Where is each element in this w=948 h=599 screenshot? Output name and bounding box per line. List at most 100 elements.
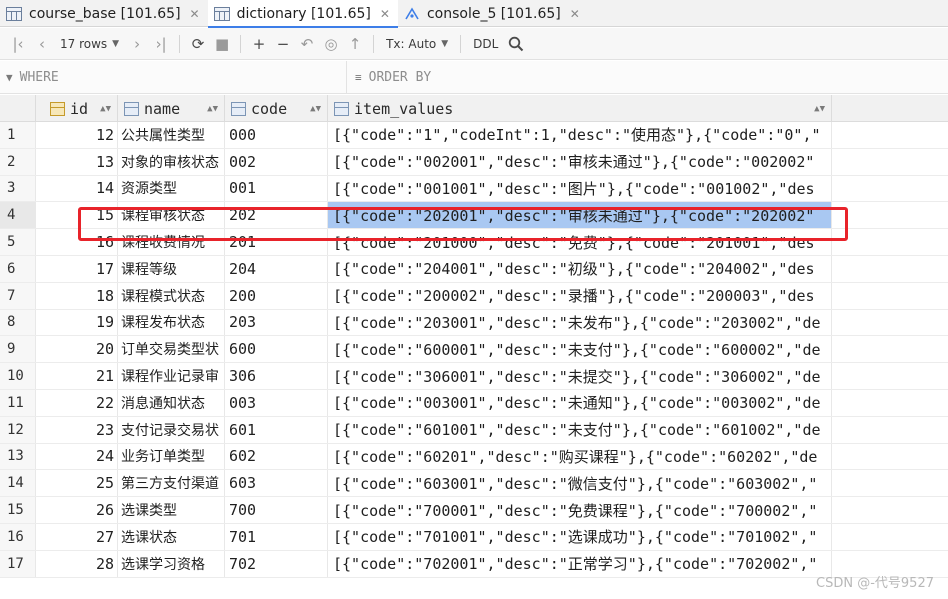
column-header-item-values[interactable]: item_values ▲▼: [328, 95, 832, 122]
table-row[interactable]: 15 26 选课类型 700 [{"code":"700001","desc":"免费课…: [0, 497, 948, 524]
table-row[interactable]: 8 19 课程发布状态 203 [{"code":"203001","desc":"未发…: [0, 309, 948, 337]
table-row[interactable]: 6 17 课程等级 204 [{"code":"204001","desc":"初级"}…: [0, 255, 948, 283]
code-cell[interactable]: 003: [225, 389, 328, 416]
item-values-cell[interactable]: [{"code":"200002","desc":"录播"},{"code":"…: [328, 282, 832, 309]
id-cell[interactable]: 20: [36, 336, 118, 363]
id-cell[interactable]: 14: [36, 175, 118, 202]
tab-dictionary[interactable]: dictionary [101.65] ✕: [207, 0, 399, 28]
code-cell[interactable]: 306: [225, 363, 328, 389]
item-values-cell[interactable]: [{"code":"002001","desc":"审核未通过"},{"code…: [328, 148, 832, 175]
item-values-cell[interactable]: [{"code":"003001","desc":"未通知"},{"code":…: [328, 389, 832, 416]
code-cell[interactable]: 602: [225, 443, 328, 470]
id-cell[interactable]: 22: [36, 389, 118, 416]
tab-console[interactable]: console_5 [101.65] ✕: [398, 0, 588, 27]
table-row[interactable]: 3 14 资源类型 001 [{"code":"001001","desc":"图片"}…: [0, 175, 948, 203]
code-cell[interactable]: 204: [225, 255, 328, 282]
name-cell[interactable]: 课程收费情况: [118, 229, 225, 255]
code-cell[interactable]: 002: [225, 148, 328, 175]
table-row[interactable]: 12 23 支付记录交易状 601 [{"code":"601001","desc":"…: [0, 416, 948, 444]
sort-icon[interactable]: ▲▼: [207, 104, 218, 114]
code-cell[interactable]: 700: [225, 497, 328, 523]
row-number-cell[interactable]: 3: [0, 175, 36, 202]
id-cell[interactable]: 17: [36, 255, 118, 282]
row-number-cell[interactable]: 7: [0, 282, 36, 309]
row-number-cell[interactable]: 14: [0, 470, 36, 497]
sort-icon[interactable]: ▲▼: [310, 104, 321, 114]
name-cell[interactable]: 选课类型: [118, 497, 225, 523]
table-row[interactable]: 1 12 公共属性类型 000 [{"code":"1","codeInt":1,"de…: [0, 122, 948, 149]
first-page-icon[interactable]: |‹: [6, 32, 30, 56]
id-cell[interactable]: 27: [36, 523, 118, 550]
table-row[interactable]: 14 25 第三方支付渠道 603 [{"code":"603001","desc":"…: [0, 470, 948, 498]
code-cell[interactable]: 001: [225, 175, 328, 202]
table-row[interactable]: 2 13 对象的审核状态 002 [{"code":"002001","desc":"审…: [0, 148, 948, 176]
item-values-cell[interactable]: [{"code":"1","codeInt":1,"desc":"使用态"},{…: [328, 122, 832, 148]
row-number-cell[interactable]: 12: [0, 416, 36, 443]
preview-changes-icon[interactable]: ◎: [319, 32, 343, 56]
row-number-cell[interactable]: 17: [0, 550, 36, 577]
code-cell[interactable]: 203: [225, 309, 328, 336]
close-icon[interactable]: ✕: [570, 7, 580, 21]
code-cell[interactable]: 000: [225, 122, 328, 148]
item-values-cell[interactable]: [{"code":"603001","desc":"微信支付"},{"code"…: [328, 470, 832, 497]
column-header-name[interactable]: name ▲▼: [118, 95, 225, 122]
item-values-cell[interactable]: [{"code":"601001","desc":"未支付"},{"code":…: [328, 416, 832, 443]
name-cell[interactable]: 课程发布状态: [118, 309, 225, 336]
name-cell[interactable]: 公共属性类型: [118, 122, 225, 148]
ddl-button[interactable]: DDL: [467, 32, 504, 56]
table-row[interactable]: 16 27 选课状态 701 [{"code":"701001","desc":"选课成…: [0, 523, 948, 551]
close-icon[interactable]: ✕: [380, 7, 390, 21]
item-values-cell[interactable]: [{"code":"202001","desc":"审核未通过"},{"code…: [328, 202, 832, 229]
id-cell[interactable]: 19: [36, 309, 118, 336]
rows-count-dropdown[interactable]: 17 rows ▼: [54, 32, 125, 56]
name-cell[interactable]: 业务订单类型: [118, 443, 225, 470]
id-cell[interactable]: 18: [36, 282, 118, 309]
stop-icon[interactable]: ■: [210, 32, 234, 56]
item-values-cell[interactable]: [{"code":"203001","desc":"未发布"},{"code":…: [328, 309, 832, 336]
last-page-icon[interactable]: ›|: [149, 32, 173, 56]
table-row[interactable]: 9 20 订单交易类型状 600 [{"code":"600001","desc":"未…: [0, 336, 948, 364]
transaction-mode-dropdown[interactable]: Tx: Auto ▼: [380, 32, 454, 56]
name-cell[interactable]: 对象的审核状态: [118, 148, 225, 175]
code-cell[interactable]: 601: [225, 416, 328, 443]
row-number-cell[interactable]: 11: [0, 389, 36, 416]
name-cell[interactable]: 课程审核状态: [118, 202, 225, 229]
table-row[interactable]: 11 22 消息通知状态 003 [{"code":"003001","desc":"未…: [0, 389, 948, 417]
column-header-id[interactable]: id ▲▼: [36, 95, 118, 122]
item-values-cell[interactable]: [{"code":"60201","desc":"购买课程"},{"code":…: [328, 443, 832, 470]
row-number-cell[interactable]: 16: [0, 523, 36, 550]
id-cell[interactable]: 26: [36, 497, 118, 523]
id-cell[interactable]: 25: [36, 470, 118, 497]
revert-icon[interactable]: ↶: [295, 32, 319, 56]
table-row[interactable]: 17 28 选课学习资格 702 [{"code":"702001","desc":"正…: [0, 550, 948, 578]
item-values-cell[interactable]: [{"code":"600001","desc":"未支付"},{"code":…: [328, 336, 832, 363]
code-cell[interactable]: 702: [225, 550, 328, 577]
column-header-code[interactable]: code ▲▼: [225, 95, 328, 122]
id-cell[interactable]: 16: [36, 229, 118, 255]
row-number-cell[interactable]: 5: [0, 229, 36, 255]
table-row[interactable]: 4 15 课程审核状态 202 [{"code":"202001","desc":"审核…: [0, 202, 948, 230]
row-number-cell[interactable]: 10: [0, 363, 36, 389]
item-values-cell[interactable]: [{"code":"700001","desc":"免费课程"},{"code"…: [328, 497, 832, 523]
code-cell[interactable]: 201: [225, 229, 328, 255]
row-number-cell[interactable]: 6: [0, 255, 36, 282]
id-cell[interactable]: 13: [36, 148, 118, 175]
name-cell[interactable]: 资源类型: [118, 175, 225, 202]
add-row-icon[interactable]: +: [247, 32, 271, 56]
refresh-icon[interactable]: ⟳: [186, 32, 210, 56]
id-cell[interactable]: 23: [36, 416, 118, 443]
sort-icon[interactable]: ▲▼: [814, 104, 825, 114]
id-cell[interactable]: 15: [36, 202, 118, 229]
row-number-cell[interactable]: 8: [0, 309, 36, 336]
delete-row-icon[interactable]: −: [271, 32, 295, 56]
close-icon[interactable]: ✕: [190, 7, 200, 21]
item-values-cell[interactable]: [{"code":"306001","desc":"未提交"},{"code":…: [328, 363, 832, 389]
row-number-cell[interactable]: 2: [0, 148, 36, 175]
table-row[interactable]: 10 21 课程作业记录审 306 [{"code":"306001","desc":"…: [0, 363, 948, 390]
row-number-cell[interactable]: 1: [0, 122, 36, 148]
code-cell[interactable]: 603: [225, 470, 328, 497]
id-cell[interactable]: 28: [36, 550, 118, 577]
code-cell[interactable]: 202: [225, 202, 328, 229]
name-cell[interactable]: 消息通知状态: [118, 389, 225, 416]
id-cell[interactable]: 12: [36, 122, 118, 148]
